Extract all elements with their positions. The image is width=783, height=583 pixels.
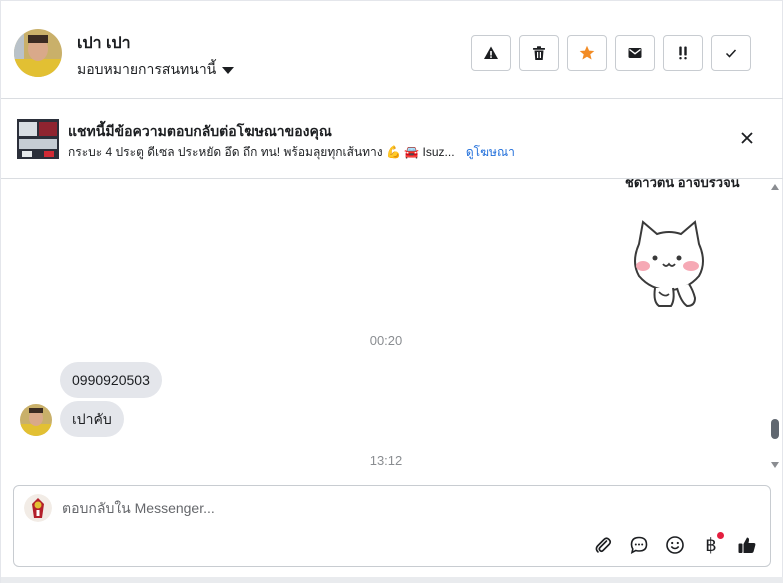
envelope-icon <box>628 48 642 58</box>
sender-avatar[interactable] <box>20 404 52 436</box>
conversation-actions <box>471 35 751 71</box>
view-ad-link[interactable]: ดูโฆษณา <box>466 145 515 159</box>
page-avatar <box>24 494 52 522</box>
ad-banner-title: แชทนี้มีข้อความตอบกลับต่อโฆษณาของคุณ <box>68 123 332 139</box>
conversation-header: เปา เปา มอบหมายการสนทนานี้ <box>1 0 783 99</box>
timestamp: 13:12 <box>369 453 403 468</box>
clipped-message-text: ชิดาวิตนั อาจิบริวิจน <box>625 179 740 190</box>
ad-thumbnail[interactable] <box>17 119 59 159</box>
contact-name[interactable]: เปา เปา <box>77 31 131 56</box>
emoji-button[interactable] <box>664 534 686 556</box>
timestamp: 00:20 <box>369 333 403 348</box>
attach-button[interactable] <box>592 534 614 556</box>
mark-unread-button[interactable] <box>615 35 655 71</box>
caret-down-icon <box>222 66 235 74</box>
like-button[interactable] <box>736 534 758 556</box>
saved-replies-button[interactable] <box>628 534 650 556</box>
delete-button[interactable] <box>519 35 559 71</box>
conversation-panel: เปา เปา มอบหมายการสนทนานี้ แชทนี้มีข้อคว… <box>0 0 783 583</box>
follow-up-button[interactable] <box>663 35 703 71</box>
trash-icon <box>533 46 545 60</box>
message-thread[interactable]: ชิดาวิตนั อาจิบริวิจน 00:20 0990920503 เ… <box>1 179 771 475</box>
reply-input[interactable] <box>62 500 662 516</box>
assign-conversation-dropdown[interactable]: มอบหมายการสนทนานี้ <box>77 59 235 81</box>
double-exclamation-icon <box>679 46 687 60</box>
check-icon <box>725 49 737 58</box>
report-button[interactable] <box>471 35 511 71</box>
scroll-up-arrow-icon[interactable] <box>771 184 779 190</box>
assign-label: มอบหมายการสนทนานี้ <box>77 61 217 77</box>
smiley-icon <box>666 536 684 554</box>
incoming-message[interactable]: เปาคับ <box>60 401 124 437</box>
mark-done-button[interactable] <box>711 35 751 71</box>
close-banner-button[interactable] <box>737 128 757 148</box>
composer-toolbar: ฿ <box>592 532 758 556</box>
ad-banner-subtitle: กระบะ 4 ประตู ดีเซล ประหยัด อึด ถึก ทน! … <box>68 143 515 162</box>
star-icon <box>579 45 595 60</box>
warning-icon <box>484 46 498 59</box>
ad-description: กระบะ 4 ประตู ดีเซล ประหยัด อึด ถึก ทน! … <box>68 145 455 159</box>
baht-icon: ฿ <box>705 534 717 556</box>
close-icon <box>741 132 753 144</box>
thumbs-up-icon <box>738 537 756 553</box>
notification-dot <box>717 532 724 539</box>
chat-bubble-icon <box>630 536 648 555</box>
bottom-divider <box>1 577 783 583</box>
scrollbar-thumb[interactable] <box>771 419 779 439</box>
paperclip-icon <box>595 537 612 553</box>
contact-avatar[interactable] <box>14 29 62 77</box>
reply-composer: ฿ <box>13 485 771 567</box>
payment-button[interactable]: ฿ <box>700 532 724 556</box>
cat-sticker <box>629 214 709 310</box>
incoming-message[interactable]: 0990920503 <box>60 362 162 398</box>
star-button[interactable] <box>567 35 607 71</box>
scroll-down-arrow-icon[interactable] <box>771 462 779 468</box>
ad-reply-banner: แชทนี้มีข้อความตอบกลับต่อโฆษณาของคุณ กระ… <box>1 99 783 179</box>
chat-scrollbar[interactable] <box>768 179 783 475</box>
